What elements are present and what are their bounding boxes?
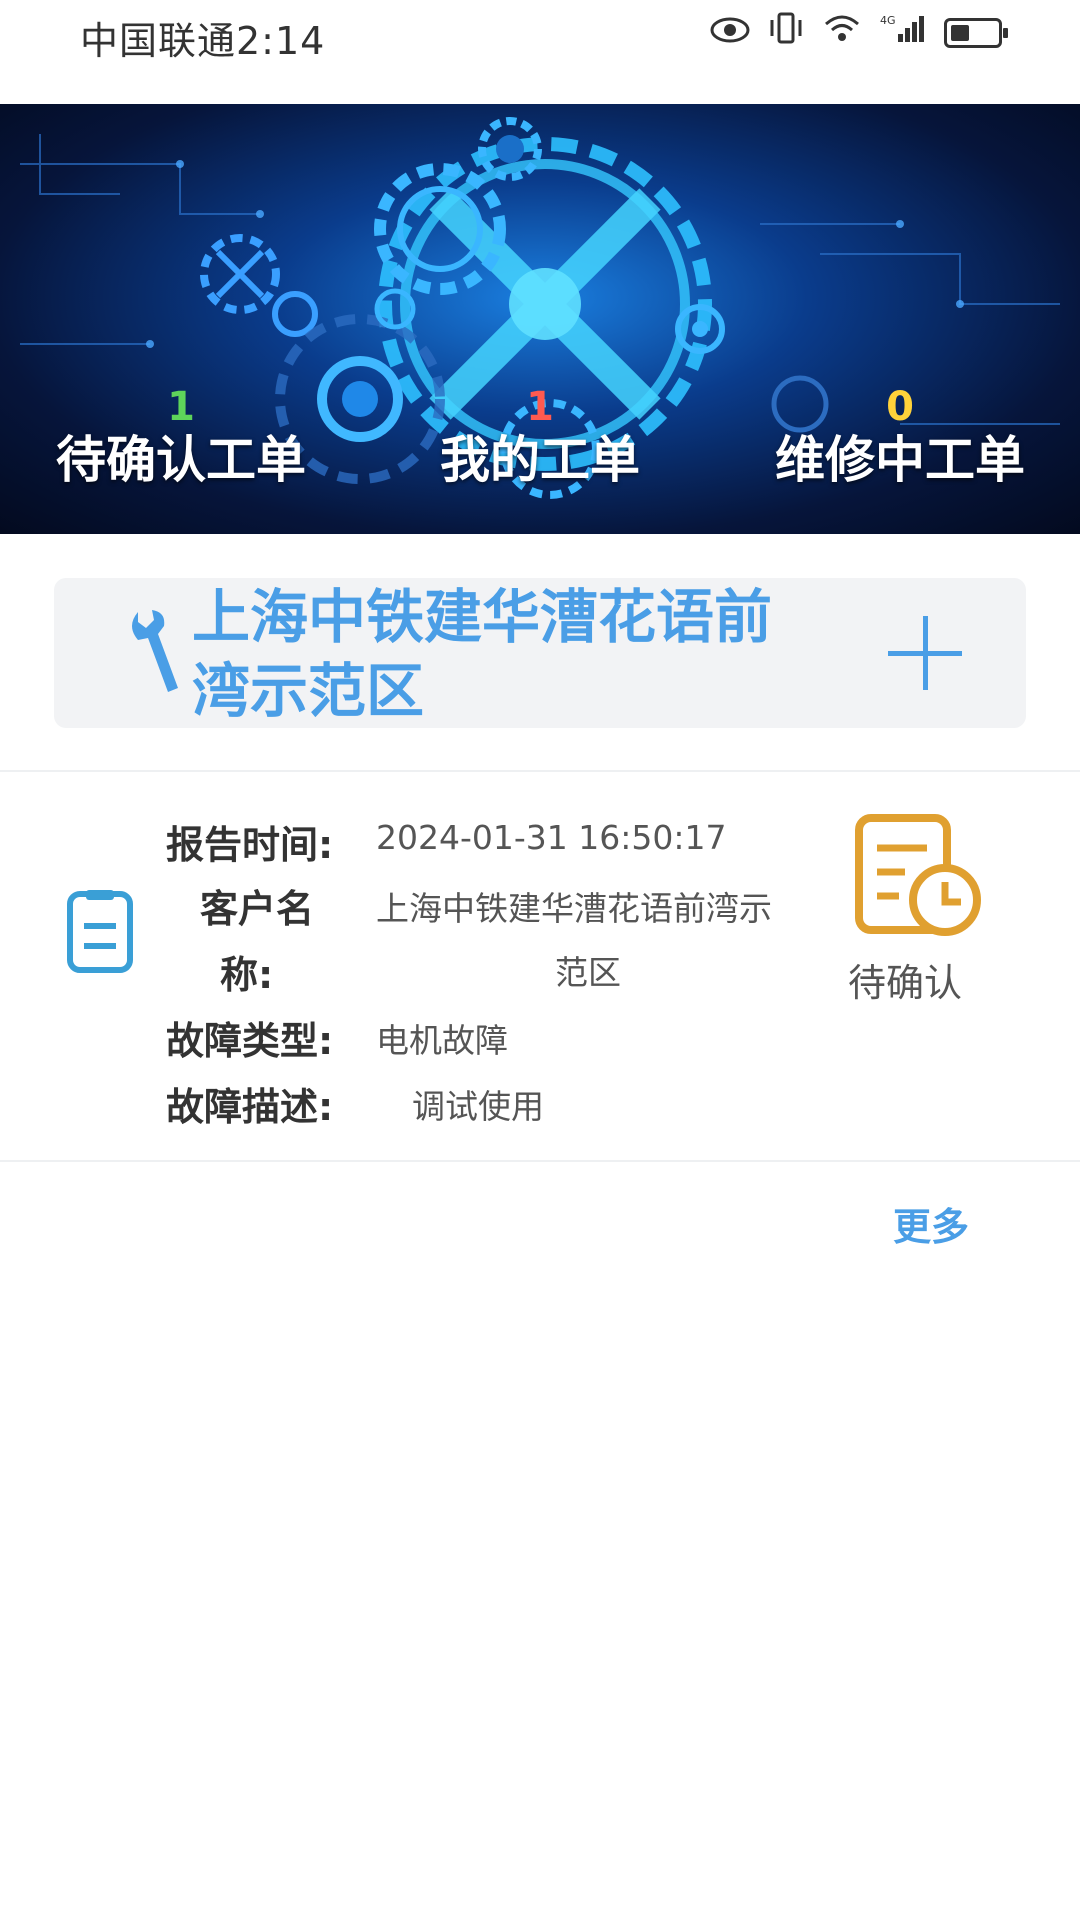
stat-my-orders-label: 我的工单 <box>440 431 640 489</box>
stat-in-repair-label: 维修中工单 <box>775 431 1025 489</box>
customer-label-line1: 客户名 <box>200 887 315 931</box>
stat-in-repair[interactable]: 0 维修中工单 <box>770 384 1030 490</box>
dashboard-banner: 1 待确认工单 1 我的工单 0 维修中工单 <box>0 104 1080 534</box>
vibrate-icon <box>768 12 804 53</box>
ticket-card[interactable]: 报告时间: 2024-01-31 16:50:17 客户名 上海中铁建华漕花语前… <box>0 774 1080 1160</box>
stat-pending-confirm[interactable]: 1 待确认工单 <box>56 384 306 490</box>
report-time-label: 报告时间: <box>166 823 334 867</box>
stat-my-orders-count: 1 <box>526 384 554 430</box>
eye-icon <box>710 12 750 53</box>
stat-my-orders[interactable]: 1 我的工单 <box>440 384 640 490</box>
fault-type-label: 故障类型: <box>166 1019 334 1063</box>
wifi-icon <box>822 12 862 53</box>
status-icons: 4G <box>710 12 1008 53</box>
customer-label-line2: 称: <box>220 953 274 997</box>
pending-clock-icon <box>855 814 985 944</box>
wrench-icon <box>124 608 180 702</box>
add-button[interactable] <box>888 616 962 690</box>
customer-value-line2: 范区 <box>555 953 621 992</box>
divider <box>0 770 1080 772</box>
network-type-label: 4G <box>880 14 896 27</box>
fault-desc-value: 调试使用 <box>412 1087 544 1126</box>
customer-value-line1: 上海中铁建华漕花语前湾示 <box>376 889 772 928</box>
fault-desc-label: 故障描述: <box>166 1085 334 1129</box>
ticket-status: 待确认 <box>848 961 963 1005</box>
divider <box>0 1160 1080 1162</box>
document-icon <box>66 890 134 978</box>
stat-pending-confirm-count: 1 <box>167 384 195 430</box>
fault-type-value: 电机故障 <box>376 1021 508 1060</box>
more-link[interactable]: 更多 <box>893 1196 969 1251</box>
status-bar: 中国联通2:14 4G <box>0 0 1080 104</box>
stat-pending-confirm-label: 待确认工单 <box>56 431 306 489</box>
stat-in-repair-count: 0 <box>886 384 914 430</box>
signal-icon: 4G <box>880 12 926 53</box>
battery-icon <box>944 17 1008 48</box>
project-title: 上海中铁建华漕花语前湾示范区 <box>192 583 773 725</box>
carrier-time: 中国联通2:14 <box>80 19 326 63</box>
report-time-value: 2024-01-31 16:50:17 <box>376 818 727 857</box>
project-selector[interactable]: 上海中铁建华漕花语前湾示范区 <box>54 578 1026 728</box>
